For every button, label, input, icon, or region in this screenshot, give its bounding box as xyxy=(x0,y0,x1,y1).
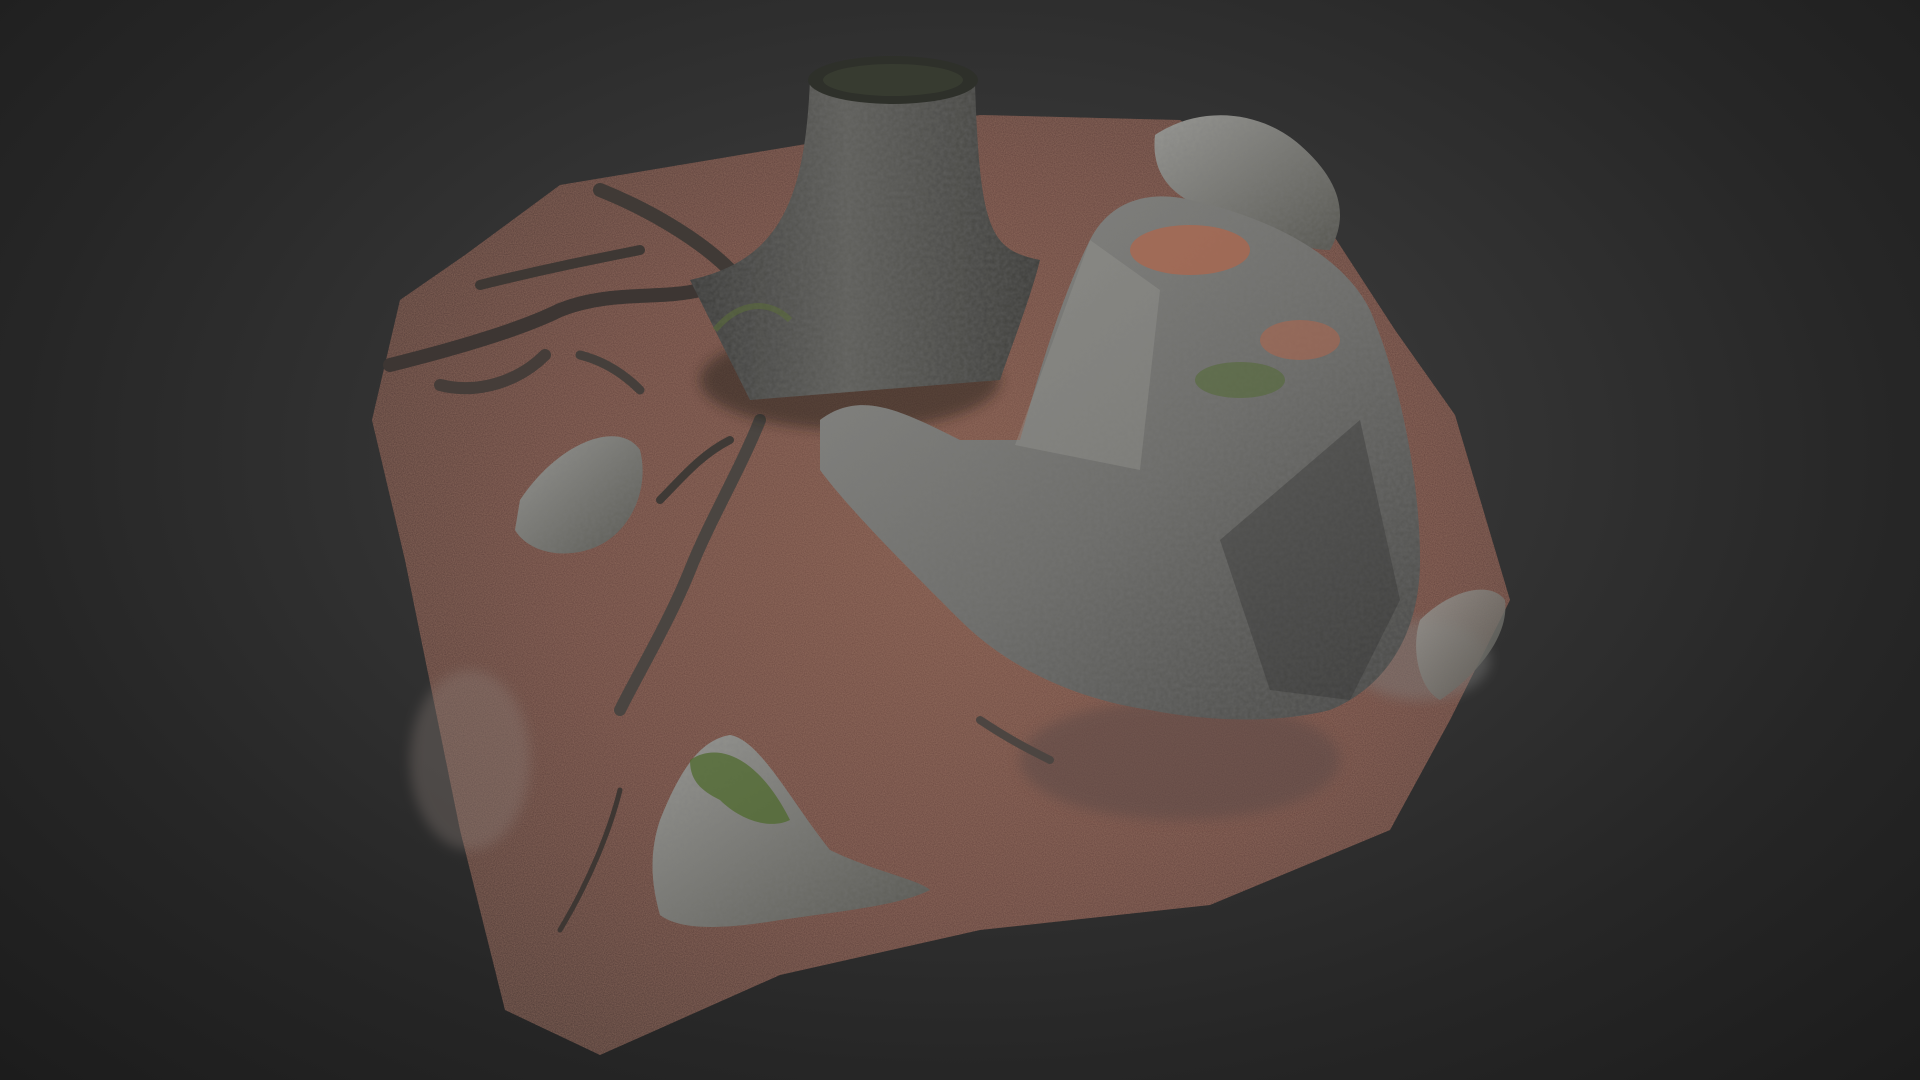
model-viewer-viewport[interactable] xyxy=(0,0,1920,1080)
photogrammetry-scene[interactable] xyxy=(0,0,1920,1080)
